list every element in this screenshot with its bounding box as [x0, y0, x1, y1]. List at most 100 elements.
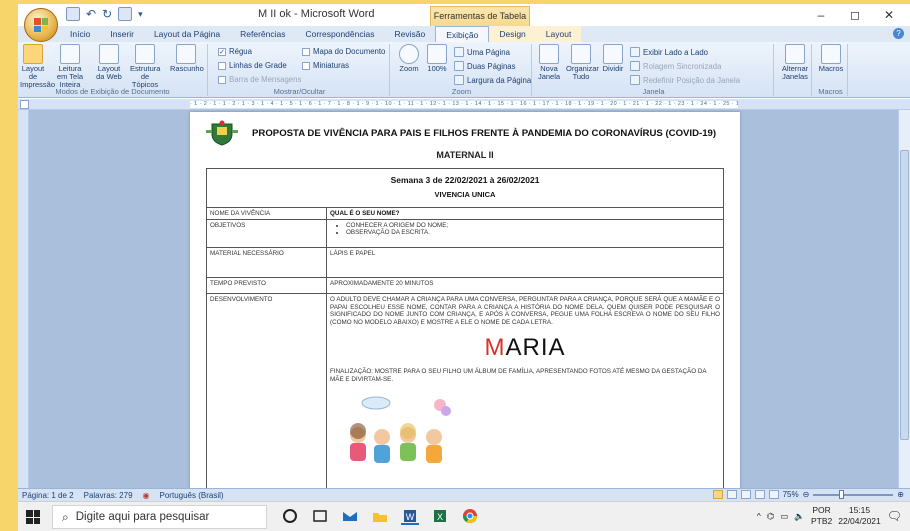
web-layout-button[interactable]: Layout da Web — [96, 44, 122, 81]
show-hide-group-label: Mostrar/Ocultar — [273, 87, 326, 96]
page-width-button[interactable]: Largura da Página — [454, 75, 531, 85]
word-app-icon[interactable]: W — [401, 507, 419, 525]
taskbar-search-box[interactable]: ⌕ Digite aqui para pesquisar — [52, 505, 267, 529]
macros-icon — [821, 44, 841, 64]
row-label[interactable]: OBJETIVOS — [206, 219, 327, 248]
split-button[interactable]: Dividir — [600, 44, 626, 73]
zoom-level[interactable]: 75% — [783, 490, 799, 499]
battery-icon[interactable]: ▭ — [780, 511, 788, 522]
two-pages-icon — [454, 61, 464, 71]
customize-qat-icon[interactable]: ▾ — [138, 9, 143, 20]
notifications-icon[interactable]: 🗨 — [887, 509, 902, 523]
vertical-scrollbar[interactable] — [898, 110, 910, 488]
tab-exibicao[interactable]: Exibição — [435, 26, 490, 42]
excel-app-icon[interactable]: X — [431, 507, 449, 525]
volume-icon[interactable]: 🔈 — [794, 511, 805, 522]
draft-view-icon[interactable] — [768, 490, 779, 499]
page-count[interactable]: Página: 1 de 2 — [22, 491, 74, 500]
office-button[interactable] — [24, 8, 58, 42]
week-cell[interactable]: Semana 3 de 22/02/2021 à 26/02/2021 VIVE… — [206, 168, 724, 208]
outline-button[interactable]: Estrutura de Tópicos — [130, 44, 160, 89]
tab-correspondencias[interactable]: Correspondências — [295, 26, 384, 42]
input-language[interactable]: POR PTB2 — [811, 505, 832, 527]
objectives-cell[interactable]: CONHECER A ORIGEM DO NOME; OBSERVAÇÃO DA… — [326, 219, 724, 248]
row-value[interactable]: QUAL É O SEU NOME? — [326, 207, 724, 220]
cortana-icon[interactable] — [281, 507, 299, 525]
zoom-slider-knob[interactable] — [839, 489, 845, 499]
horizontal-ruler[interactable]: · 1 · 2 · 1 · 1 · 2 · 1 · 3 · 1 · 4 · 1 … — [18, 99, 910, 110]
switch-windows-button[interactable]: Alternar Janelas — [780, 44, 810, 81]
zoom-out-icon[interactable]: ⊖ — [803, 490, 810, 499]
chrome-icon[interactable] — [461, 507, 479, 525]
task-view-icon[interactable] — [311, 507, 329, 525]
print-layout-button[interactable]: Layout de Impressão — [20, 44, 55, 89]
ruler-checkbox[interactable]: ✓ Régua — [218, 47, 252, 56]
undo-icon[interactable]: ↶ — [86, 7, 96, 21]
tab-referencias[interactable]: Referências — [230, 26, 295, 42]
mail-icon[interactable] — [341, 507, 359, 525]
draft-button[interactable]: Rascunho — [170, 44, 204, 73]
zoom-100-button[interactable]: 100% — [424, 44, 450, 73]
row-label[interactable]: TEMPO PREVISTO — [206, 277, 327, 294]
list-item: OBSERVAÇÃO DA ESCRITA. — [346, 229, 720, 236]
windows-start-icon[interactable] — [26, 510, 40, 524]
gridlines-checkbox[interactable]: Linhas de Grade — [218, 61, 287, 70]
vivencia-table[interactable]: Semana 3 de 22/02/2021 à 26/02/2021 VIVE… — [206, 168, 724, 494]
outline-view-icon[interactable] — [754, 490, 765, 499]
document-area[interactable]: PROPOSTA DE VIVÊNCIA PARA PAIS E FILHOS … — [18, 110, 898, 502]
save-icon[interactable] — [66, 7, 80, 21]
vertical-ruler[interactable] — [18, 110, 29, 488]
macros-group: Macros Macros — [814, 44, 848, 96]
word-count[interactable]: Palavras: 279 — [84, 491, 133, 500]
maximize-button[interactable]: ◻ — [838, 4, 872, 26]
tray-overflow-icon[interactable]: ^ — [757, 511, 761, 521]
week-label: Semana 3 de 22/02/2021 à 26/02/2021 — [390, 175, 540, 185]
row-label[interactable]: MATERIAL NECESSÁRIO — [206, 247, 327, 278]
views-group: Layout de Impressão Leitura em Tela Inte… — [18, 44, 208, 96]
clock[interactable]: 15:15 22/04/2021 — [838, 505, 881, 527]
close-button[interactable]: ✕ — [872, 4, 906, 26]
thumbnails-checkbox[interactable]: Miniaturas — [302, 61, 349, 70]
full-reading-view-icon[interactable] — [726, 490, 737, 499]
tab-inicio[interactable]: Início — [60, 26, 100, 42]
table-row: OBJETIVOS CONHECER A ORIGEM DO NOME; OBS… — [206, 219, 724, 248]
full-screen-reading-button[interactable]: Leitura em Tela Inteira — [54, 44, 86, 89]
file-explorer-icon[interactable] — [371, 507, 389, 525]
ruler-track[interactable]: · 1 · 2 · 1 · 1 · 2 · 1 · 3 · 1 · 4 · 1 … — [190, 101, 738, 108]
tab-design[interactable]: Design — [489, 26, 536, 42]
one-page-button[interactable]: Uma Página — [454, 47, 510, 57]
scrollbar-thumb[interactable] — [900, 150, 909, 440]
row-label[interactable]: DESENVOLVIMENTO — [206, 293, 327, 494]
development-cell[interactable]: O ADULTO DEVE CHAMAR A CRIANÇA PARA UMA … — [326, 293, 724, 494]
two-pages-button[interactable]: Duas Páginas — [454, 61, 516, 71]
arrange-all-button[interactable]: Organizar Tudo — [566, 44, 599, 81]
minimize-button[interactable]: – — [804, 4, 838, 26]
print-layout-view-icon[interactable] — [712, 490, 723, 499]
zoom-in-icon[interactable]: ⊕ — [897, 490, 904, 499]
tab-selector-icon[interactable] — [20, 100, 29, 109]
document-page[interactable]: PROPOSTA DE VIVÊNCIA PARA PAIS E FILHOS … — [190, 112, 740, 502]
zoom-slider[interactable] — [813, 489, 894, 499]
row-value[interactable]: APROXIMADAMENTE 20 MINUTOS — [326, 277, 724, 294]
row-label[interactable]: NOME DA VIVÊNCIA — [206, 207, 327, 220]
network-icon[interactable]: ⌬ — [767, 511, 774, 522]
page-width-label: Largura da Página — [467, 75, 532, 85]
help-icon[interactable]: ? — [893, 28, 904, 39]
tab-layout-da-pagina[interactable]: Layout da Página — [144, 26, 230, 42]
tab-layout[interactable]: Layout — [535, 26, 582, 42]
spellcheck-icon[interactable]: ◉ — [143, 491, 150, 500]
row-value[interactable]: LÁPIS E PAPEL — [326, 247, 724, 278]
ruler-label: Régua — [229, 47, 252, 56]
redo-icon[interactable]: ↻ — [102, 7, 112, 21]
language-status[interactable]: Português (Brasil) — [160, 491, 224, 500]
side-by-side-button[interactable]: Exibir Lado a Lado — [630, 47, 708, 57]
zoom-button[interactable]: Zoom — [396, 44, 422, 73]
print-preview-icon[interactable] — [118, 7, 133, 21]
tab-revisao[interactable]: Revisão — [384, 26, 435, 42]
new-window-button[interactable]: Nova Janela — [536, 44, 562, 81]
web-view-icon[interactable] — [740, 490, 751, 499]
tab-inserir[interactable]: Inserir — [100, 26, 144, 42]
name-example: MARIA — [330, 334, 720, 362]
document-map-checkbox[interactable]: Mapa do Documento — [302, 47, 385, 56]
macros-button[interactable]: Macros — [818, 44, 844, 73]
